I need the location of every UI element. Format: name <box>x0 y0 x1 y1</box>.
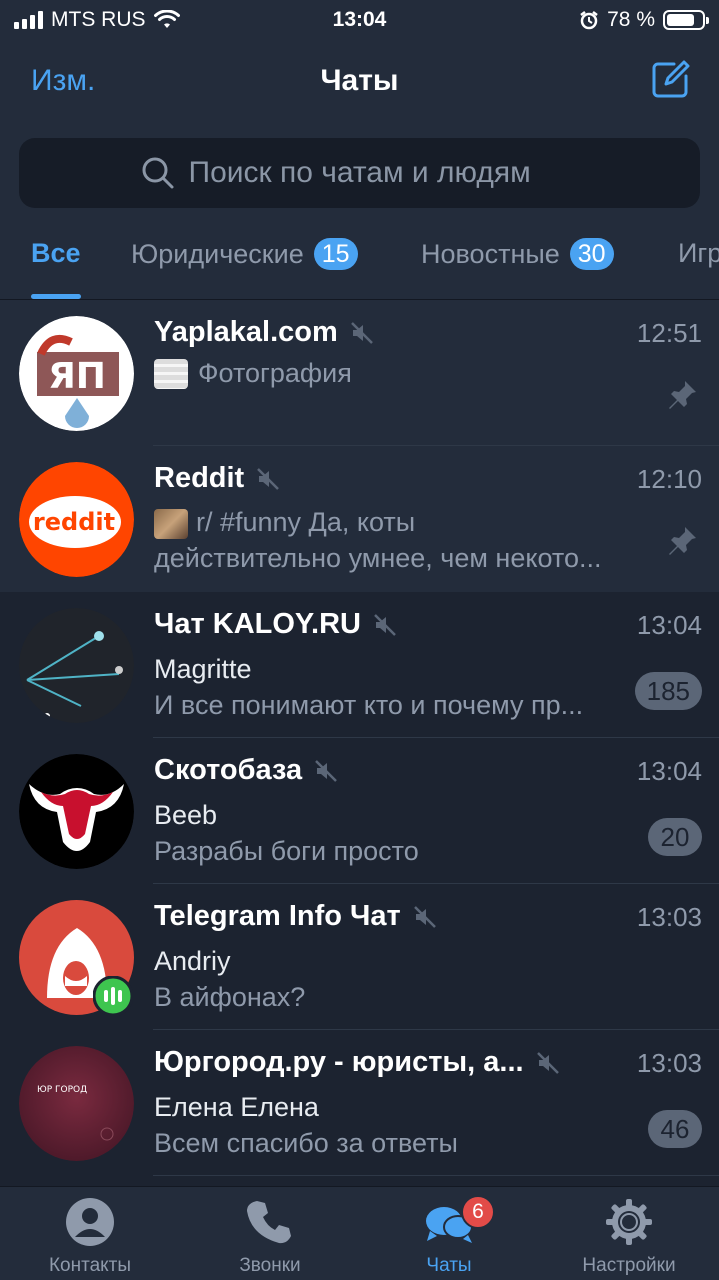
avatar-logo-text: reddit <box>33 508 115 536</box>
chat-time: 13:03 <box>636 1048 702 1078</box>
voice-chat-icon <box>93 976 133 1016</box>
avatar-logo-text: ЯП <box>48 356 106 397</box>
battery-icon <box>663 10 709 30</box>
search-bar[interactable] <box>19 138 700 208</box>
unread-chats-badge: 6 <box>461 1195 495 1229</box>
chat-preview: r/ #funny Да, коты действительно умнее, … <box>154 507 602 573</box>
unread-counter: 46 <box>648 1110 702 1148</box>
chat-preview: Фотография <box>154 358 352 389</box>
chat-time: 12:10 <box>636 464 702 494</box>
tab-badge: 30 <box>569 238 614 270</box>
chat-row-skotobaza[interactable]: Скотобаза 13:04 Beeb Разрабы боги просто… <box>0 738 719 884</box>
muted-icon <box>315 759 338 782</box>
chat-message: И все понимают кто и почему пр... <box>154 690 584 720</box>
chat-time: 12:51 <box>636 318 702 348</box>
photo-thumbnail <box>154 508 188 539</box>
tab-all[interactable]: Все <box>31 238 81 269</box>
chat-row-yaplakal[interactable]: ЯП Yaplakal.com 12:51 Фотография <box>0 300 719 446</box>
avatar <box>19 754 134 869</box>
folder-tabs: Все Юридические 15 Новостные 30 Игр <box>0 232 719 300</box>
muted-icon <box>413 905 436 928</box>
unread-counter: 20 <box>648 818 702 856</box>
search-input[interactable] <box>188 156 579 190</box>
divider <box>153 1175 719 1176</box>
tab-games[interactable]: Игр <box>678 238 719 269</box>
tab-calls[interactable]: Звонки <box>180 1187 360 1280</box>
chat-row-telegram-info[interactable]: Telegram Info Чат 13:03 Andriy В айфонах… <box>0 884 719 1030</box>
chat-time: 13:03 <box>636 902 702 932</box>
avatar: reddit <box>19 462 134 577</box>
gear-icon <box>606 1199 652 1245</box>
tab-label: Чаты <box>426 1255 472 1276</box>
chat-message: Разрабы боги просто <box>154 836 419 866</box>
chat-message: В айфонах? <box>154 982 306 1012</box>
battery-percent: 78 % <box>607 8 655 31</box>
page-title: Чаты <box>320 64 399 97</box>
chat-name: Telegram Info Чат <box>154 900 437 933</box>
tab-label: Игр <box>678 238 719 268</box>
chat-name: Чат KALOY.RU <box>154 608 397 641</box>
tab-label: Юридические <box>131 238 304 269</box>
avatar-logo-text: ЮР ГОРОД <box>37 1085 87 1095</box>
search-icon <box>142 157 173 189</box>
alarm-icon <box>580 11 598 30</box>
tab-news[interactable]: Новостные 30 <box>421 238 614 270</box>
muted-icon <box>350 321 373 344</box>
chat-sender: Magritte <box>154 654 252 684</box>
contacts-icon <box>66 1198 114 1246</box>
tab-settings[interactable]: Настройки <box>539 1187 719 1280</box>
pin-icon <box>669 381 696 409</box>
chat-time: 13:04 <box>636 610 702 640</box>
tab-chats[interactable]: 6 Чаты <box>359 1187 539 1280</box>
tab-legal[interactable]: Юридические 15 <box>131 238 358 270</box>
tab-bar: Контакты Звонки 6 Чаты Настройки <box>0 1186 719 1280</box>
avatar <box>19 608 134 723</box>
chat-row-kaloy[interactable]: Чат KALOY.RU 13:04 Magritte И все понима… <box>0 592 719 738</box>
tab-badge: 15 <box>313 238 358 270</box>
chat-row-reddit[interactable]: reddit Reddit 12:10 r/ #funny Да, коты д… <box>0 446 719 592</box>
chat-message: Всем спасибо за ответы <box>154 1128 458 1158</box>
muted-icon <box>536 1051 559 1074</box>
compose-icon[interactable] <box>650 60 690 100</box>
chat-time: 13:04 <box>636 756 702 786</box>
tab-label: Звонки <box>239 1255 301 1276</box>
chat-sender: Beeb <box>154 800 218 830</box>
tab-label: Новостные <box>421 238 560 269</box>
pin-icon <box>669 527 696 555</box>
muted-icon <box>257 467 280 490</box>
chat-row-urgorod[interactable]: ЮР ГОРОД Юргород.ру - юристы, а... 13:03… <box>0 1030 719 1176</box>
muted-icon <box>374 613 396 636</box>
tab-contacts[interactable]: Контакты <box>0 1187 180 1280</box>
photo-thumbnail <box>154 358 188 389</box>
chat-name: Yaplakal.com <box>154 316 374 349</box>
chat-sender: Andriy <box>154 946 231 976</box>
avatar: ЯП <box>19 316 134 431</box>
tab-label: Контакты <box>48 1255 132 1276</box>
chat-name: Юргород.ру - юристы, а... <box>154 1046 560 1079</box>
tab-label: Настройки <box>582 1255 676 1276</box>
tab-label: Все <box>31 238 81 268</box>
unread-counter: 185 <box>634 672 702 710</box>
status-bar: MTS RUS 13:04 78 % <box>0 0 719 40</box>
phone-icon <box>247 1201 291 1244</box>
chat-name: Reddit <box>154 462 280 495</box>
chat-sender: Елена Елена <box>154 1092 319 1122</box>
avatar: ЮР ГОРОД <box>19 1046 134 1161</box>
chat-name: Скотобаза <box>154 754 338 787</box>
